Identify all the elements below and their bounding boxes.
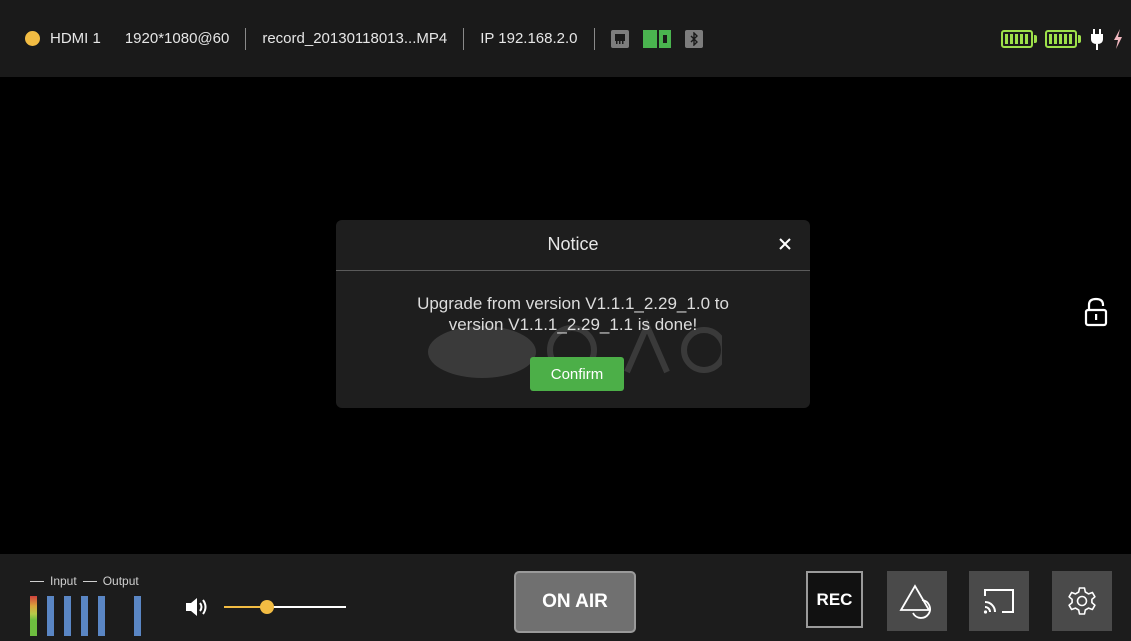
cast-button[interactable] <box>969 571 1029 631</box>
output-legend-label: Output <box>102 574 139 588</box>
resolution-label: 1920*1080@60 <box>124 30 230 47</box>
cast-icon <box>983 589 1014 614</box>
divider <box>245 27 247 50</box>
notice-dialog: Notice Upgrade from version V1.1.1_2.29_… <box>336 220 810 408</box>
speaker-icon[interactable] <box>184 595 210 619</box>
power-status <box>1001 0 1123 77</box>
unlock-icon[interactable] <box>1084 297 1108 327</box>
source-status-dot <box>25 31 40 46</box>
input-meter <box>98 596 105 636</box>
input-meter <box>81 596 88 636</box>
volume-thumb[interactable] <box>259 600 274 614</box>
audio-meter-legend: Input Output <box>30 574 139 588</box>
battery-2-icon <box>1045 29 1081 48</box>
dialog-message-line: version V1.1.1_2.29_1.1 is done! <box>448 315 698 334</box>
charging-bolt-icon <box>1114 28 1122 49</box>
input-meter <box>47 596 54 636</box>
dialog-title: Notice <box>547 234 599 254</box>
divider <box>593 27 595 50</box>
plug-icon <box>1091 28 1103 50</box>
stream-icon <box>899 584 931 619</box>
volume-track <box>266 606 346 608</box>
divider <box>463 27 465 50</box>
input-legend-label: Input <box>50 574 77 588</box>
source-label[interactable]: HDMI 1 <box>50 30 101 47</box>
battery-1-icon <box>1001 29 1037 48</box>
sd-card-icon <box>642 29 671 48</box>
record-filename: record_20130118013...MP4 <box>262 30 448 47</box>
close-icon[interactable] <box>774 233 796 255</box>
rec-button[interactable]: REC <box>806 571 863 628</box>
stream-button[interactable] <box>887 571 947 631</box>
confirm-button[interactable]: Confirm <box>530 357 624 391</box>
dialog-message: Upgrade from version V1.1.1_2.29_1.0 to … <box>356 293 790 335</box>
on-air-button[interactable]: ON AIR <box>514 571 636 633</box>
bluetooth-icon <box>684 29 703 48</box>
ethernet-icon <box>610 29 629 48</box>
input-meter <box>30 596 37 636</box>
gear-icon <box>1068 587 1096 615</box>
ip-address: IP 192.168.2.0 <box>480 30 578 47</box>
status-bar: HDMI 1 1920*1080@60 record_20130118013..… <box>0 0 1131 77</box>
input-meter <box>64 596 71 636</box>
volume-slider[interactable] <box>224 600 346 614</box>
dialog-header: Notice <box>336 220 810 271</box>
settings-button[interactable] <box>1052 571 1112 631</box>
dialog-message-line: Upgrade from version V1.1.1_2.29_1.0 to <box>417 294 729 313</box>
output-meter <box>134 596 141 636</box>
